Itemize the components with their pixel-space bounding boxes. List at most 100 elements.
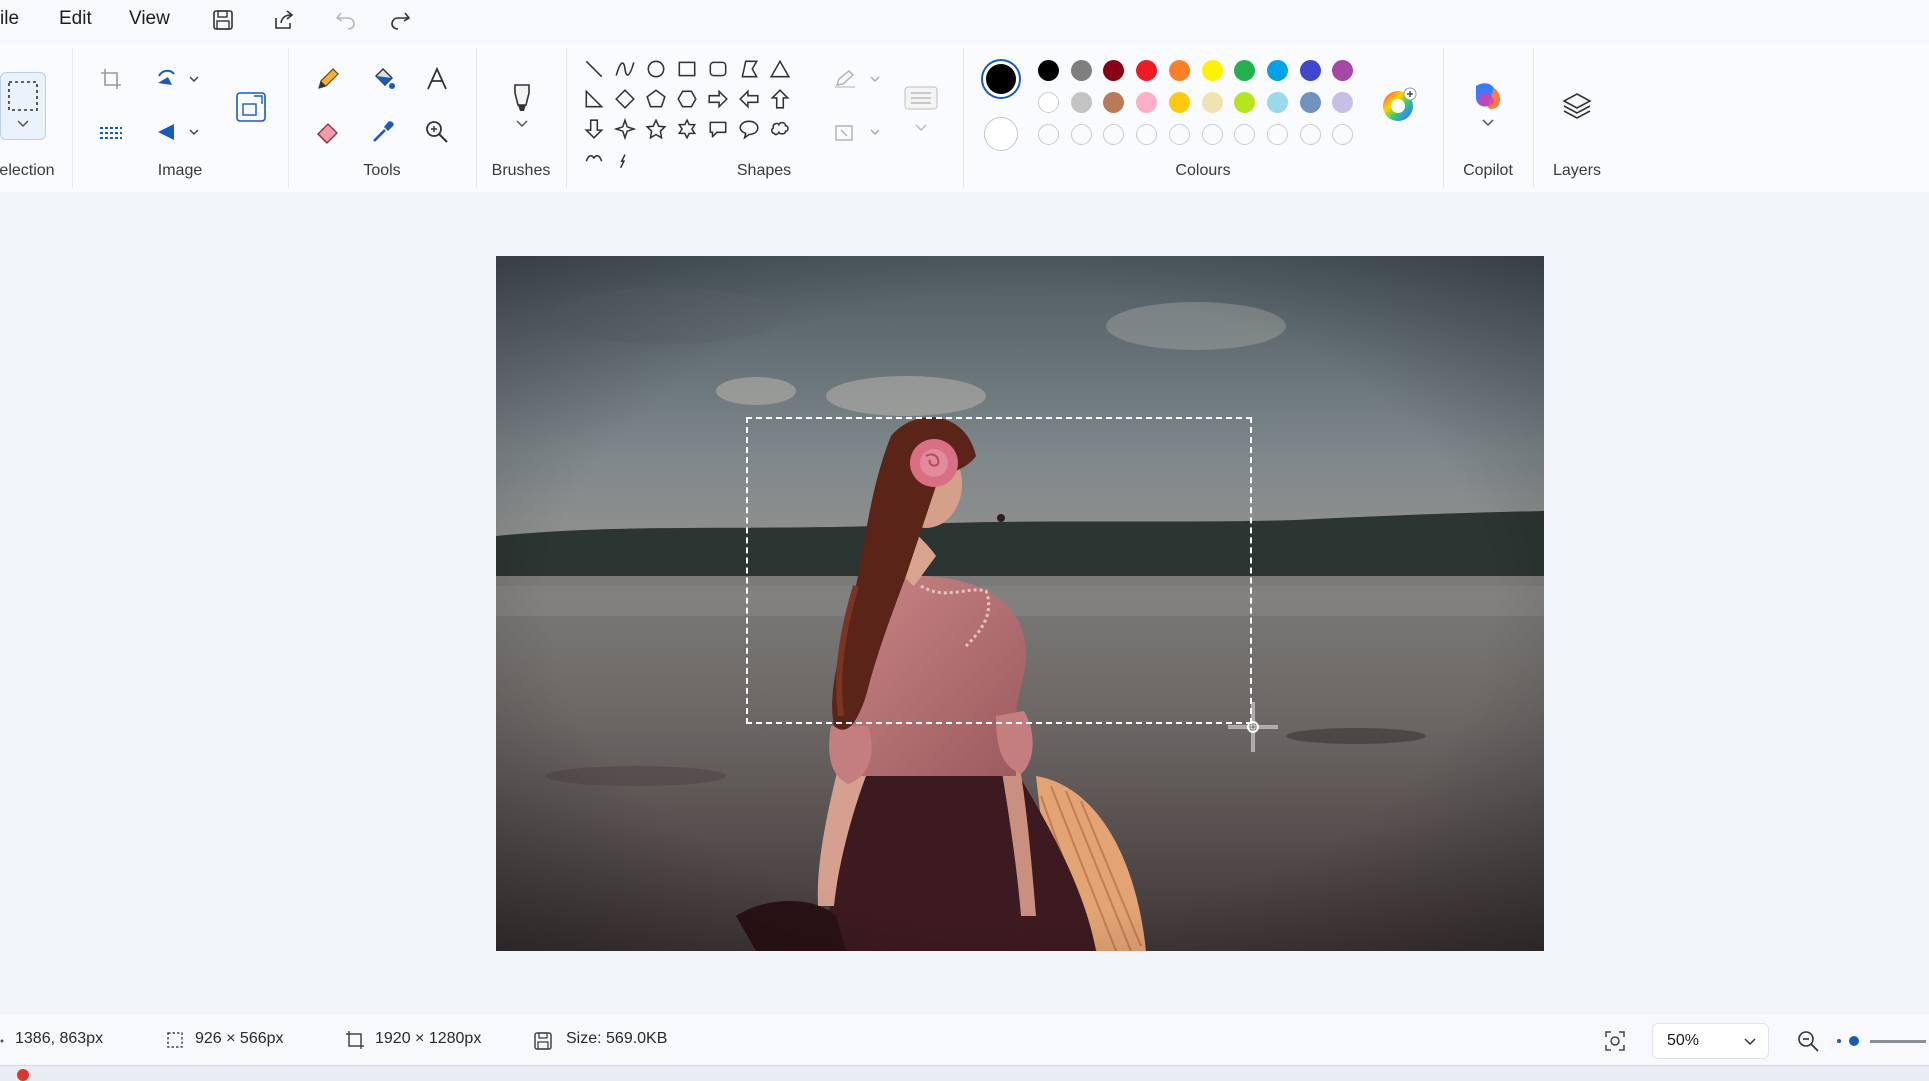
shape-polygon-icon[interactable] [738,58,762,82]
colour-swatch[interactable] [1168,92,1190,113]
text-icon[interactable] [418,60,456,98]
custom-colour-slot[interactable] [1168,124,1190,145]
colour-swatch[interactable] [1332,60,1354,81]
menu-edit[interactable]: Edit [59,8,92,30]
custom-colour-slot[interactable] [1070,124,1092,145]
shape-line-icon[interactable] [583,58,607,82]
fill-icon[interactable] [364,60,402,98]
custom-colour-slot[interactable] [1201,124,1223,145]
ribbon-separator [963,48,964,188]
edit-colours-icon[interactable] [1378,84,1420,126]
canvas-size-icon [346,1031,366,1051]
magnifier-icon[interactable] [418,113,456,151]
colour-swatch[interactable] [1234,92,1256,113]
undo-icon[interactable] [329,4,363,36]
zoom-slider[interactable] [1834,1032,1926,1050]
colour-swatch[interactable] [1299,60,1321,81]
colour-swatch[interactable] [1038,60,1059,81]
group-label-tools: Tools [363,162,401,179]
colour-swatch[interactable] [1070,92,1092,113]
shape-hexagon-icon[interactable] [676,88,700,112]
menu-bar: ile Edit View [0,0,1929,40]
custom-colour-slot[interactable] [1103,124,1125,145]
shape-curve-icon[interactable] [614,58,638,82]
pencil-icon[interactable] [309,60,347,98]
shape-right-arrow-icon[interactable] [707,88,731,112]
colour-swatch[interactable] [1266,92,1288,113]
fit-to-window-icon[interactable] [1604,1030,1628,1052]
eraser-icon[interactable] [309,113,347,151]
flip-icon[interactable] [148,113,208,151]
shape-oval-callout-icon[interactable] [738,118,762,142]
colour-swatch[interactable] [1168,60,1190,81]
secondary-colour-swatch[interactable] [984,117,1018,151]
shape-heart-icon[interactable] [583,148,607,172]
group-label-colours: Colours [1175,162,1231,179]
shape-up-arrow-icon[interactable] [769,88,793,112]
layers-icon[interactable] [1557,86,1597,126]
status-bar [0,1015,1929,1065]
resize-icon[interactable] [230,86,272,128]
custom-colour-slot[interactable] [1038,124,1059,145]
color-picker-icon[interactable] [364,113,402,151]
cursor-position-readout: 1386, 863px [15,1030,104,1047]
shape-pentagon-icon[interactable] [645,88,669,112]
shape-cloud-callout-icon[interactable] [769,118,793,142]
selection-tool-button[interactable] [0,72,46,140]
zoom-level-dropdown[interactable]: 50% [1652,1023,1769,1059]
shape-right-triangle-icon[interactable] [583,88,607,112]
custom-colour-slot[interactable] [1332,124,1354,145]
shape-left-arrow-icon[interactable] [738,88,762,112]
shape-oval-icon[interactable] [645,58,669,82]
colour-swatch[interactable] [1201,92,1223,113]
shape-four-point-star-icon[interactable] [613,117,638,142]
copilot-icon[interactable] [1466,78,1510,138]
custom-colour-slot[interactable] [1234,124,1256,145]
colour-swatch[interactable] [1201,60,1223,81]
rotate-icon[interactable] [148,60,208,98]
custom-colour-slot[interactable] [1136,124,1158,145]
colour-swatch[interactable] [1299,92,1321,113]
shape-triangle-icon[interactable] [769,58,793,82]
custom-colour-slot[interactable] [1266,124,1288,145]
colour-swatch[interactable] [1038,92,1059,113]
shape-diamond-icon[interactable] [614,88,638,112]
colour-swatch[interactable] [1332,92,1354,113]
crop-icon[interactable] [92,60,130,98]
taskbar-strip [0,1065,1929,1081]
shape-rounded-callout-icon[interactable] [707,118,731,142]
primary-colour-swatch[interactable] [981,59,1021,99]
group-label-brushes: Brushes [491,162,551,179]
group-label-shapes: Shapes [736,162,792,179]
menu-file[interactable]: ile [0,8,19,30]
group-label-image: Image [157,162,203,179]
redo-icon[interactable] [383,4,417,36]
colour-swatch[interactable] [1234,60,1256,81]
colour-swatch[interactable] [1136,60,1158,81]
shape-rectangle-icon[interactable] [676,58,700,82]
zoom-out-icon[interactable] [1796,1029,1820,1053]
shape-rounded-rectangle-icon[interactable] [707,58,731,82]
image-recolor-icon[interactable] [92,113,130,151]
shape-fill-icon[interactable] [830,113,886,151]
shape-lightning-icon[interactable] [614,148,638,172]
colour-swatch[interactable] [1070,60,1092,81]
taskbar-app-icon[interactable] [17,1069,29,1081]
brushes-icon[interactable] [502,74,542,138]
line-size-icon[interactable] [900,78,942,138]
shape-down-arrow-icon[interactable] [583,118,607,142]
zoom-slider-thumb[interactable] [1847,1034,1861,1048]
colour-swatch[interactable] [1136,92,1158,113]
custom-colour-slot[interactable] [1299,124,1321,145]
shape-six-point-star-icon[interactable] [676,118,700,142]
shape-outline-icon[interactable] [830,60,886,98]
menu-view[interactable]: View [129,8,170,30]
shape-five-point-star-icon[interactable] [645,118,669,142]
save-icon[interactable] [206,4,240,36]
colour-swatch[interactable] [1266,60,1288,81]
share-icon[interactable] [267,4,301,36]
colour-swatch[interactable] [1103,60,1125,81]
zoom-slider-fill [1837,1039,1841,1043]
colour-swatch[interactable] [1103,92,1125,113]
selection-marquee[interactable] [746,417,1252,724]
